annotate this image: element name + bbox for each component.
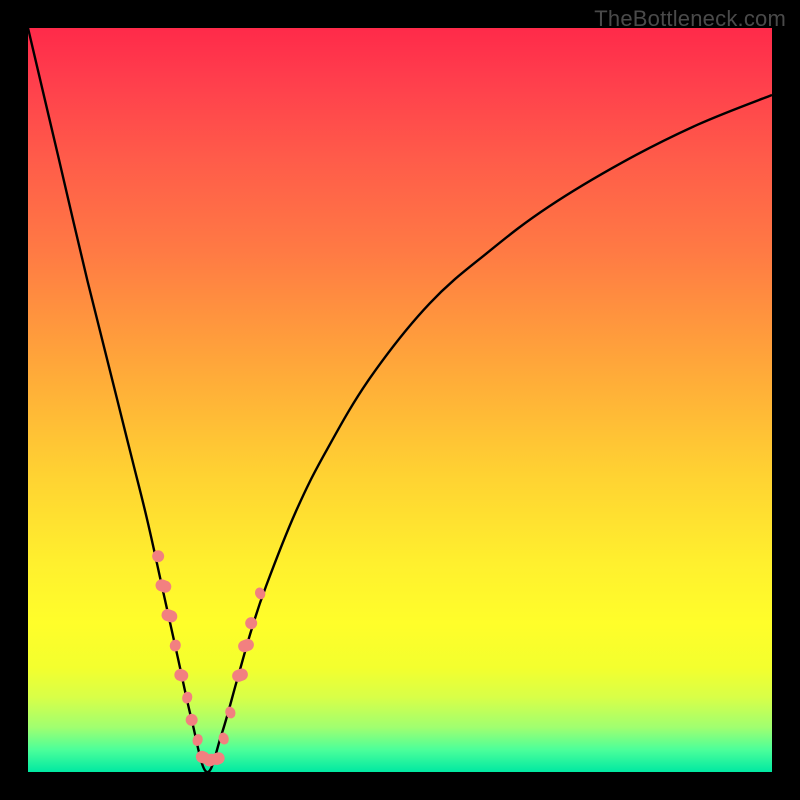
curve-marker	[236, 637, 255, 654]
curve-marker	[168, 638, 182, 653]
curve-marker	[150, 549, 165, 564]
curve-marker	[173, 667, 190, 683]
curve-marker	[160, 607, 179, 624]
curve-marker	[154, 578, 173, 595]
marker-layer	[150, 549, 266, 769]
bottleneck-curve	[28, 28, 772, 772]
curve-marker	[244, 616, 259, 631]
chart-frame: TheBottleneck.com	[0, 0, 800, 800]
curve-marker	[180, 690, 194, 705]
curve-marker	[191, 733, 205, 748]
chart-svg	[28, 28, 772, 772]
curve-marker	[230, 667, 249, 684]
curve-layer	[28, 28, 772, 772]
curve-marker	[184, 712, 199, 727]
watermark-text: TheBottleneck.com	[594, 6, 786, 32]
